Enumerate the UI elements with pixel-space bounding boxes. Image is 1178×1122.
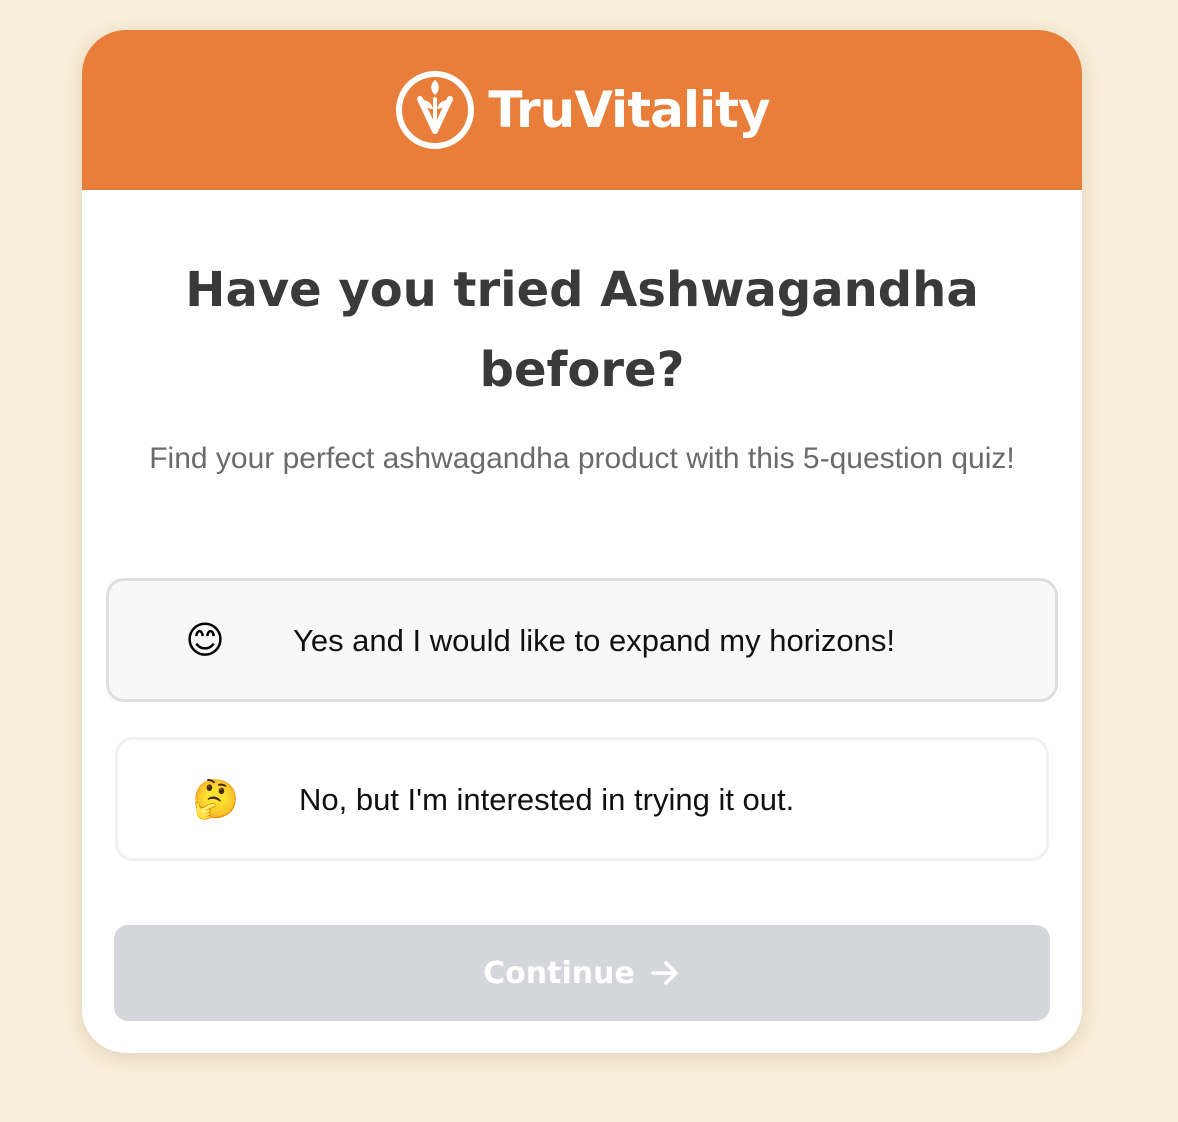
quiz-body: Have you tried Ashwagandha before? Find … <box>82 250 1082 480</box>
answer-option-yes[interactable]: 😊 Yes and I would like to expand my hori… <box>106 578 1058 702</box>
continue-button[interactable]: Continue <box>114 925 1050 1021</box>
leaf-v-circle-icon <box>396 71 475 149</box>
brand-logo: TruVitality <box>394 69 771 151</box>
answer-option-label: No, but I'm interested in trying it out. <box>299 782 795 817</box>
brand-name: TruVitality <box>488 81 770 139</box>
question-subtitle: Find your perfect ashwagandha product wi… <box>149 442 1015 475</box>
thinking-face-icon: 🤔 <box>192 777 240 821</box>
arrow-right-icon <box>651 961 678 985</box>
continue-label: Continue <box>483 955 635 991</box>
quiz-card: TruVitality Have you tried Ashwagandha b… <box>82 30 1082 1053</box>
question-title: Have you tried Ashwagandha before? <box>185 262 979 398</box>
answer-option-label: Yes and I would like to expand my horizo… <box>293 623 895 658</box>
smiling-face-icon: 😊 <box>185 618 225 662</box>
brand-header: TruVitality <box>82 30 1082 190</box>
answer-option-no[interactable]: 🤔 No, but I'm interested in trying it ou… <box>115 737 1049 861</box>
